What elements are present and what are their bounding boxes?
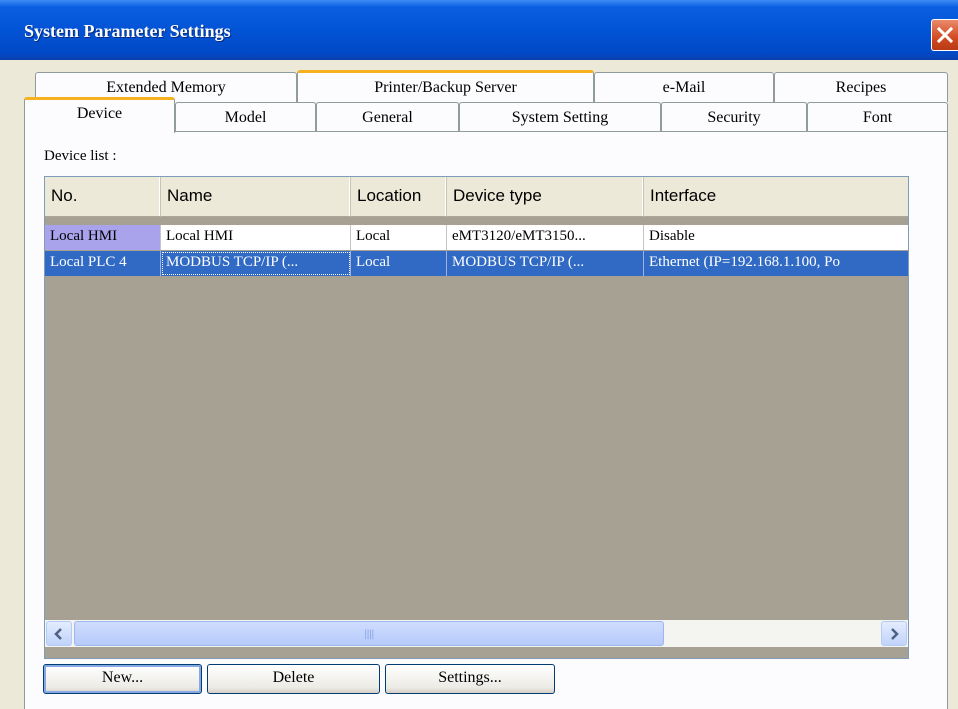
- table-row-selected[interactable]: Local PLC 4 MODBUS TCP/IP (... Local MOD…: [45, 251, 908, 276]
- tab-label: Security: [707, 109, 761, 126]
- tab-general[interactable]: General: [316, 102, 459, 132]
- table-row[interactable]: Local HMI Local HMI Local eMT3120/eMT315…: [45, 225, 908, 250]
- column-header-interface[interactable]: Interface: [644, 177, 908, 217]
- tab-recipes[interactable]: Recipes: [774, 72, 948, 102]
- tab-label: Recipes: [835, 79, 887, 96]
- tab-system-setting[interactable]: System Setting: [459, 102, 661, 132]
- chevron-left-icon: [54, 627, 62, 640]
- cell-no: Local PLC 4: [45, 251, 161, 276]
- scroll-left-button[interactable]: [46, 621, 72, 646]
- tab-font[interactable]: Font: [807, 102, 948, 132]
- tab-security[interactable]: Security: [661, 102, 807, 132]
- column-header-device-type[interactable]: Device type: [447, 177, 644, 217]
- device-list-label: Device list :: [44, 148, 117, 164]
- device-list[interactable]: No. Name Location Device type Interface …: [44, 176, 909, 659]
- tab-label: General: [362, 109, 413, 126]
- tab-email[interactable]: e-Mail: [594, 72, 774, 102]
- column-header-name[interactable]: Name: [161, 177, 351, 217]
- tab-label: System Setting: [511, 109, 609, 126]
- new-button[interactable]: New...: [43, 664, 202, 694]
- tab-label: Font: [862, 109, 893, 126]
- tab-label: e-Mail: [662, 79, 706, 96]
- cell-name: Local HMI: [161, 225, 351, 250]
- grip-icon: ||||: [364, 629, 375, 640]
- tab-device[interactable]: Device: [24, 97, 175, 133]
- cell-device-type: eMT3120/eMT3150...: [447, 225, 644, 250]
- chevron-right-icon: [891, 627, 899, 640]
- column-header-location[interactable]: Location: [351, 177, 447, 217]
- column-header-no[interactable]: No.: [45, 177, 161, 217]
- tab-label: Model: [224, 109, 267, 126]
- cell-interface: Ethernet (IP=192.168.1.100, Po: [644, 251, 908, 276]
- tab-model[interactable]: Model: [175, 102, 316, 132]
- window-title: System Parameter Settings: [24, 21, 231, 41]
- cell-interface: Disable: [644, 225, 908, 250]
- horizontal-scrollbar[interactable]: ||||: [45, 620, 908, 647]
- tab-label: Device: [76, 105, 123, 122]
- cell-name: MODBUS TCP/IP (...: [161, 251, 351, 276]
- cell-device-type: MODBUS TCP/IP (...: [447, 251, 644, 276]
- tab-label: Extended Memory: [106, 79, 226, 96]
- cell-location: Local: [351, 225, 447, 250]
- settings-button[interactable]: Settings...: [385, 664, 555, 694]
- tab-printer-backup-server[interactable]: Printer/Backup Server: [297, 70, 594, 102]
- cell-location: Local: [351, 251, 447, 276]
- close-button[interactable]: [931, 19, 958, 51]
- tab-label: Printer/Backup Server: [374, 79, 517, 96]
- delete-button[interactable]: Delete: [207, 664, 380, 694]
- cell-no: Local HMI: [45, 225, 161, 250]
- scroll-thumb[interactable]: ||||: [74, 621, 664, 646]
- scroll-right-button[interactable]: [881, 621, 907, 646]
- close-icon: [936, 26, 954, 44]
